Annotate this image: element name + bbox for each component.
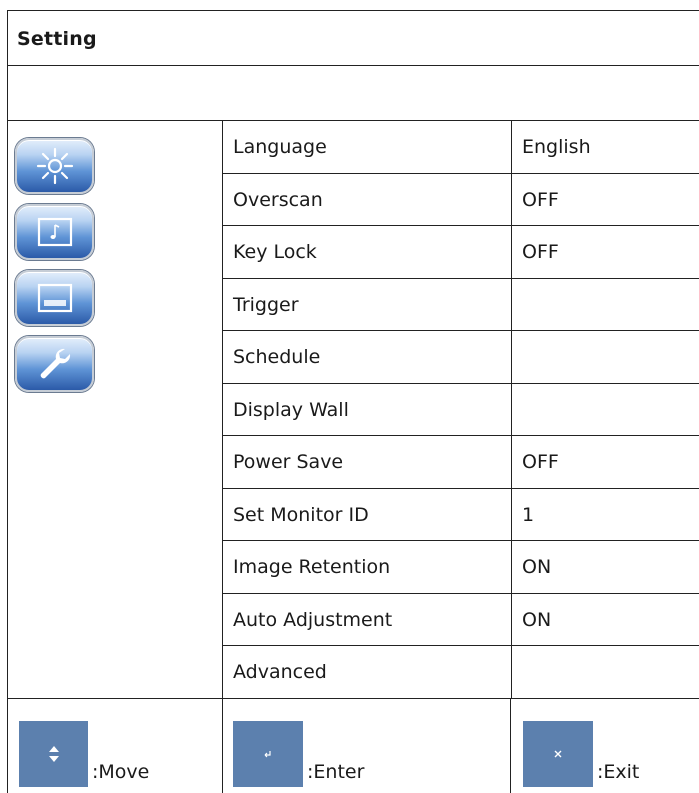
menu-label: Advanced <box>233 661 327 683</box>
audio-icon <box>37 217 72 247</box>
category-icon-column <box>8 121 223 699</box>
header: Setting <box>8 11 699 66</box>
settings-category-button[interactable] <box>15 336 94 392</box>
menu-value-cell[interactable]: ON <box>511 541 699 593</box>
window-icon <box>37 283 72 313</box>
menu-row-schedule[interactable]: Schedule <box>223 331 699 384</box>
audio-category-button[interactable] <box>15 204 94 260</box>
settings-osd-panel: Setting Language English Overscan OFF Ke… <box>7 10 699 793</box>
wrench-icon <box>40 348 70 379</box>
menu-row-set-monitor-id[interactable]: Set Monitor ID 1 <box>223 488 699 541</box>
menu-value: ON <box>522 608 552 631</box>
menu-value: ON <box>522 556 552 578</box>
move-key-hint: :Move <box>8 699 223 793</box>
menu-value-cell[interactable]: English <box>511 121 699 173</box>
menu-value-cell[interactable] <box>511 331 699 383</box>
menu-row-trigger[interactable]: Trigger <box>223 278 699 331</box>
exit-label: :Exit <box>597 761 640 783</box>
menu-value-cell[interactable]: OFF <box>511 173 699 225</box>
enter-label: :Enter <box>307 761 365 783</box>
menu-row-advanced[interactable]: Advanced <box>223 646 699 699</box>
menu-value: OFF <box>522 241 559 263</box>
menu-value: OFF <box>522 188 559 211</box>
exit-key-button[interactable] <box>523 721 593 787</box>
menu-value: English <box>522 136 591 158</box>
menu-value-cell[interactable]: OFF <box>511 226 699 278</box>
menu-value-cell[interactable]: OFF <box>511 436 699 488</box>
menu-value: OFF <box>522 451 559 473</box>
menu-row-display-wall[interactable]: Display Wall <box>223 383 699 436</box>
brightness-category-button[interactable] <box>15 138 94 194</box>
page-title: Setting <box>17 28 97 50</box>
move-label: :Move <box>92 761 150 783</box>
menu-label: Set Monitor ID <box>233 503 369 526</box>
settings-menu: Language English Overscan OFF Key Lock O… <box>223 121 699 699</box>
menu-value-cell[interactable]: ON <box>511 593 699 645</box>
menu-row-auto-adjustment[interactable]: Auto Adjustment ON <box>223 593 699 646</box>
enter-icon <box>264 751 271 758</box>
brightness-icon <box>36 147 73 185</box>
enter-key-button[interactable] <box>233 721 303 787</box>
menu-label: Key Lock <box>233 241 317 263</box>
menu-label: Schedule <box>233 346 321 368</box>
menu-row-overscan[interactable]: Overscan OFF <box>223 173 699 226</box>
menu-value-cell[interactable] <box>511 646 699 698</box>
menu-row-key-lock[interactable]: Key Lock OFF <box>223 226 699 279</box>
exit-key-hint: :Exit <box>511 699 699 793</box>
close-icon <box>554 750 562 758</box>
menu-label: Display Wall <box>233 398 349 421</box>
picture-category-button[interactable] <box>15 270 94 326</box>
menu-value-cell[interactable]: 1 <box>511 488 699 540</box>
up-down-arrows-icon <box>48 746 59 762</box>
menu-label: Image Retention <box>233 556 391 578</box>
menu-value-cell[interactable] <box>511 278 699 330</box>
menu-value-cell[interactable] <box>511 383 699 435</box>
menu-row-image-retention[interactable]: Image Retention ON <box>223 541 699 594</box>
blank-row <box>8 66 699 121</box>
menu-row-language[interactable]: Language English <box>223 121 699 174</box>
key-guide-footer: :Move :Enter :Exit <box>8 699 699 793</box>
menu-value: 1 <box>522 503 535 526</box>
enter-key-hint: :Enter <box>223 699 511 793</box>
menu-label: Trigger <box>233 293 299 316</box>
menu-label: Auto Adjustment <box>233 608 393 631</box>
menu-row-power-save[interactable]: Power Save OFF <box>223 436 699 489</box>
move-key-button[interactable] <box>19 721 88 787</box>
menu-label: Power Save <box>233 451 344 473</box>
menu-label: Overscan <box>233 188 323 211</box>
menu-label: Language <box>233 136 327 158</box>
